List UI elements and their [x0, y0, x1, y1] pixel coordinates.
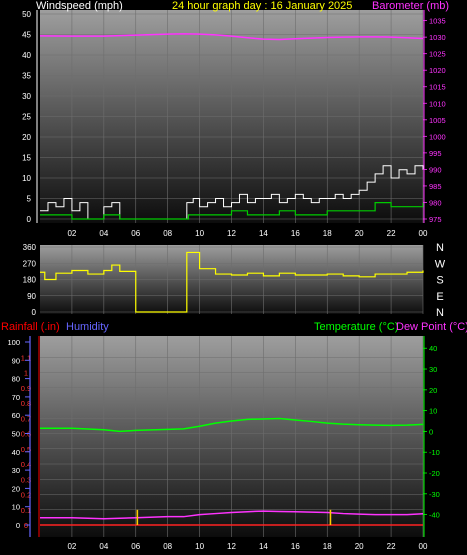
baro-tick-label: 1030: [429, 33, 446, 42]
humidity-tick-label: 30: [12, 466, 20, 475]
wind-tick-label: 5: [27, 195, 32, 204]
wind-x-tick-label: 02: [67, 229, 76, 238]
climate-x-tick-label: 02: [67, 542, 76, 551]
humidity-tick-label: 70: [12, 393, 20, 402]
wind-tick-label: 0: [27, 215, 32, 224]
temp-tick-label: -20: [429, 469, 440, 478]
baro-tick-label: 980: [429, 198, 442, 207]
climate-x-tick-label: 00: [419, 542, 428, 551]
baro-tick-label: 1025: [429, 50, 446, 59]
dew-point-label: Dew Point (°C): [396, 321, 467, 333]
wind-x-tick-label: 04: [99, 229, 108, 238]
temp-tick-label: -10: [429, 448, 440, 457]
wind-tick-label: 40: [22, 51, 31, 60]
wind-tick-label: 25: [22, 113, 31, 122]
temp-tick-label: 30: [429, 365, 437, 374]
wind-x-tick-label: 20: [355, 229, 364, 238]
climate-x-tick-label: 08: [163, 542, 172, 551]
baro-tick-label: 1010: [429, 99, 446, 108]
wind-tick-label: 50: [22, 10, 31, 19]
baro-tick-label: 1015: [429, 83, 446, 92]
temp-tick-label: -40: [429, 511, 440, 520]
humidity-tick-label: 50: [12, 430, 20, 439]
dir-tick-label: 360: [23, 243, 37, 252]
dir-tick-label: 180: [23, 276, 37, 285]
wind-x-tick-label: 08: [163, 229, 172, 238]
wind-tick-label: 10: [22, 174, 31, 183]
baro-tick-label: 1000: [429, 132, 446, 141]
compass-label: N: [436, 242, 444, 254]
weather-chart: Windspeed (mph) 24 hour graph day : 16 J…: [1, 0, 467, 551]
compass-label: W: [435, 258, 446, 270]
rain-tick-label: 1: [24, 369, 28, 378]
rainfall-label: Rainfall (.in): [1, 321, 60, 333]
compass-label: S: [436, 275, 443, 287]
dir-tick-label: 90: [27, 292, 36, 301]
climate-x-tick-label: 16: [291, 542, 300, 551]
wind-x-tick-label: 18: [323, 229, 332, 238]
temp-tick-label: 20: [429, 386, 437, 395]
baro-tick-label: 985: [429, 182, 442, 191]
dir-tick-label: 0: [32, 308, 37, 317]
baro-tick-label: 975: [429, 215, 442, 224]
wind-x-tick-label: 14: [259, 229, 268, 238]
humidity-tick-label: 90: [12, 356, 20, 365]
climate-x-tick-label: 22: [387, 542, 396, 551]
humidity-tick-label: 20: [12, 484, 20, 493]
wind-x-tick-label: 10: [195, 229, 204, 238]
wind-tick-label: 45: [22, 31, 31, 40]
wind-x-tick-label: 00: [419, 229, 428, 238]
climate-x-tick-label: 10: [195, 542, 204, 551]
wind-tick-label: 30: [22, 92, 31, 101]
wind-x-tick-label: 12: [227, 229, 236, 238]
wind-x-tick-label: 22: [387, 229, 396, 238]
chart-title: 24 hour graph day : 16 January 2025: [172, 0, 352, 12]
compass-label: N: [436, 307, 444, 319]
barometer-axis-title: Barometer (mb): [372, 0, 449, 12]
humidity-tick-label: 40: [12, 448, 20, 457]
baro-tick-label: 995: [429, 149, 442, 158]
humidity-label: Humidity: [66, 321, 109, 333]
climate-x-tick-label: 04: [99, 542, 108, 551]
baro-tick-label: 1020: [429, 66, 446, 75]
wind-x-tick-label: 16: [291, 229, 300, 238]
compass-label: E: [436, 291, 443, 303]
humidity-tick-label: 10: [12, 503, 20, 512]
wind-tick-label: 35: [22, 72, 31, 81]
humidity-tick-label: 60: [12, 411, 20, 420]
humidity-tick-label: 100: [7, 338, 20, 347]
baro-tick-label: 990: [429, 165, 442, 174]
climate-x-tick-label: 12: [227, 542, 236, 551]
humidity-tick-label: 80: [12, 375, 20, 384]
temp-tick-label: 40: [429, 344, 437, 353]
temperature-label: Temperature (°C): [314, 321, 398, 333]
temp-tick-label: 10: [429, 407, 437, 416]
temp-tick-label: -30: [429, 490, 440, 499]
humidity-tick-label: 0: [16, 521, 20, 530]
wind-x-tick-label: 06: [131, 229, 140, 238]
climate-x-tick-label: 18: [323, 542, 332, 551]
wind-tick-label: 15: [22, 154, 31, 163]
baro-tick-label: 1005: [429, 116, 446, 125]
temp-tick-label: 0: [429, 427, 433, 436]
dir-tick-label: 270: [23, 259, 37, 268]
wind-axis-title: Windspeed (mph): [36, 0, 123, 12]
baro-tick-label: 1035: [429, 17, 446, 26]
climate-x-tick-label: 06: [131, 542, 140, 551]
wind-tick-label: 20: [22, 133, 31, 142]
climate-x-tick-label: 20: [355, 542, 364, 551]
climate-x-tick-label: 14: [259, 542, 268, 551]
